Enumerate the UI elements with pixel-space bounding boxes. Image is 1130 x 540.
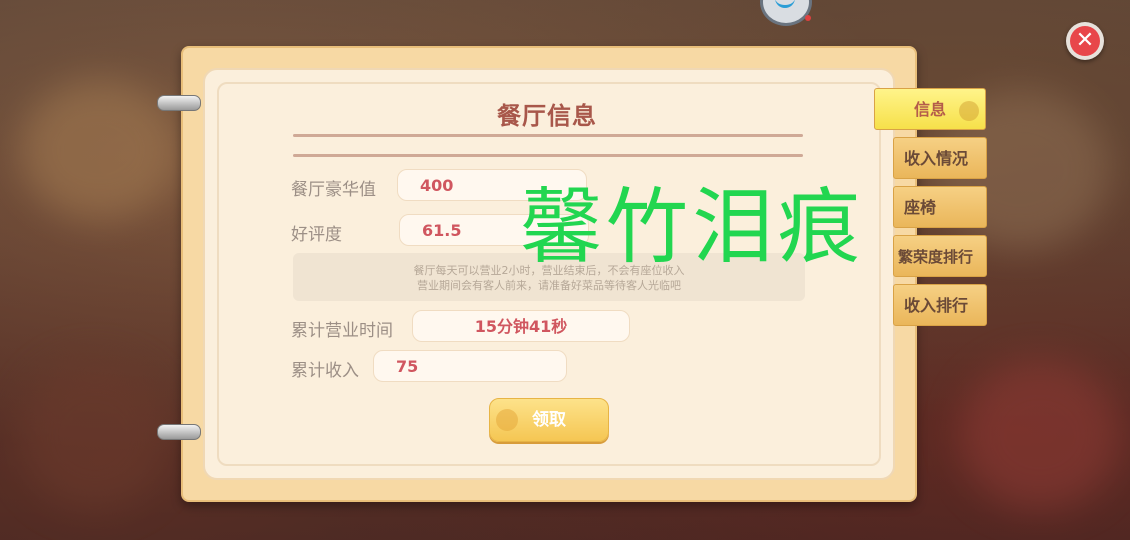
claim-label: 领取: [532, 410, 566, 430]
title-divider-bottom: [293, 154, 803, 157]
background-blur: [20, 80, 180, 220]
tab-income-ranking[interactable]: 收入排行: [893, 284, 987, 326]
business-time-label: 累计营业时间: [291, 321, 393, 341]
claim-button[interactable]: 领取: [489, 398, 609, 442]
income-value: 75: [373, 350, 567, 382]
background-blur: [960, 360, 1120, 510]
close-button[interactable]: ✕: [1066, 22, 1104, 60]
watermark-text: 馨竹泪痕: [520, 180, 865, 275]
page-title: 餐厅信息: [497, 102, 597, 130]
tab-income-status[interactable]: 收入情况: [893, 137, 987, 179]
close-icon: ✕: [1070, 26, 1100, 56]
business-time-value: 15分钟41秒: [412, 310, 630, 342]
luxury-label: 餐厅豪华值: [291, 180, 376, 200]
rating-label: 好评度: [291, 225, 342, 245]
income-label: 累计收入: [291, 361, 359, 381]
binder-ring-bottom: [157, 424, 201, 440]
avatar-widget-icon[interactable]: [760, 0, 812, 26]
tab-info[interactable]: 信息: [874, 88, 986, 130]
tab-prosperity-ranking[interactable]: 繁荣度排行: [893, 235, 987, 277]
background-blur: [20, 360, 170, 510]
tab-seats[interactable]: 座椅: [893, 186, 987, 228]
claim-face-icon: [496, 409, 518, 431]
notice-line: 营业期间会有客人前来，请准备好菜品等待客人光临吧: [417, 279, 681, 292]
title-divider-top: [293, 134, 803, 137]
tab-face-icon: [959, 101, 979, 121]
